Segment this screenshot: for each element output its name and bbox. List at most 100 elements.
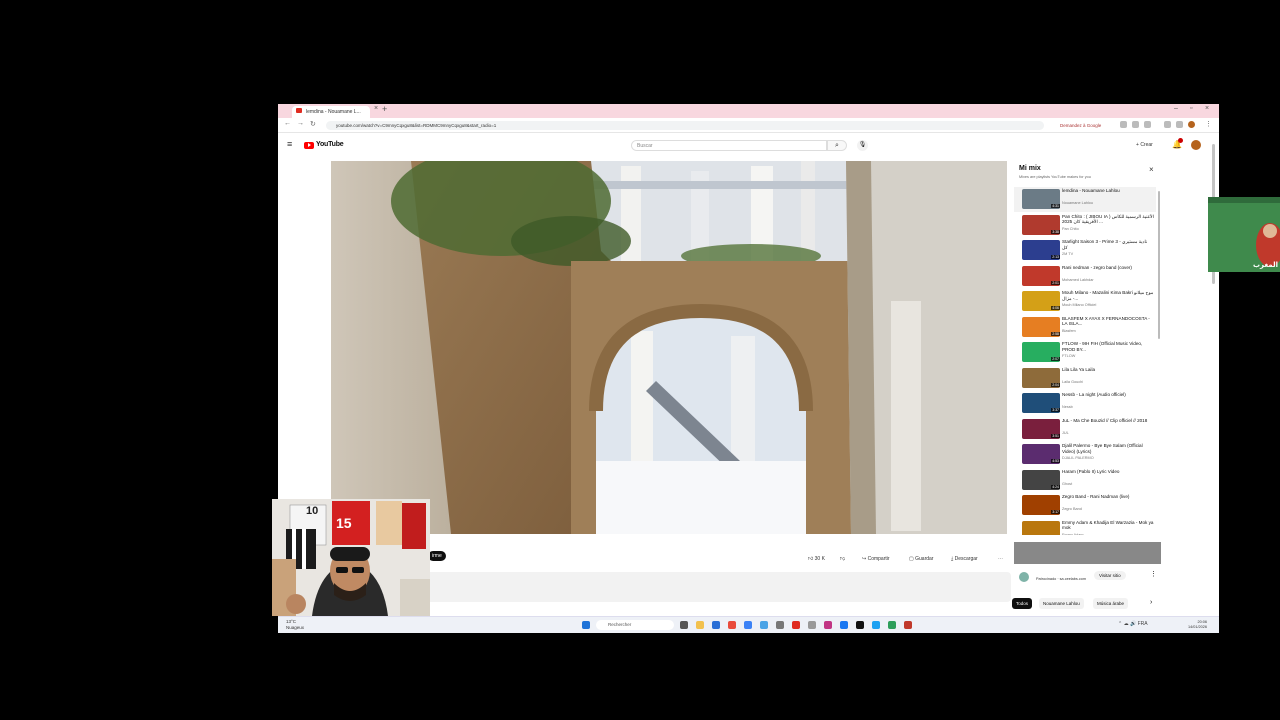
chip-artist[interactable]: Nouamane Lahlou <box>1039 598 1084 609</box>
video-title[interactable]: lemdina - Nouamane Lahlou <box>1062 188 1154 194</box>
taskbar-search[interactable]: Rechercher <box>596 620 674 630</box>
search-input[interactable]: Buscar <box>631 140 827 151</box>
dislike-button[interactable]: 👎︎ <box>840 554 845 564</box>
chip-arabic-music[interactable]: Música árabe <box>1093 598 1129 609</box>
video-title[interactable]: Nessb - La night (Audio officiel) <box>1062 392 1154 398</box>
playlist-item[interactable]: 3:17 Zegro Band - Rani Nadman (live) Zegro… <box>1014 493 1156 518</box>
playlist-item[interactable]: 2:13 Starlight Saison 3 - Prime 3 - نادية… <box>1014 238 1156 263</box>
video-player[interactable] <box>331 161 1007 534</box>
ask-google-button[interactable]: Demandez à Google <box>1060 121 1101 130</box>
app-icon[interactable] <box>872 621 880 629</box>
save-button[interactable]: ▢ Guardar <box>909 554 933 564</box>
edge-icon[interactable] <box>744 621 752 629</box>
youtube-app-icon[interactable] <box>792 621 800 629</box>
close-tab-icon[interactable]: × <box>374 105 378 112</box>
instagram-icon[interactable] <box>824 621 832 629</box>
extension-icon[interactable] <box>1120 121 1127 128</box>
video-title[interactable]: Mouh Milano - Mazalini Kima Bakri موح مي… <box>1062 290 1154 301</box>
minimize-icon[interactable]: – <box>1174 105 1178 112</box>
video-thumbnail[interactable]: 4:06 <box>1022 291 1060 311</box>
playlist-item[interactable]: 4:53 Djalil Palermo - Bye Bye Salam (Offi… <box>1014 442 1156 467</box>
start-icon[interactable] <box>582 621 590 629</box>
playlist-item[interactable]: 3:51 JuL - Ma Che Bouzid // Clip officiel… <box>1014 417 1156 442</box>
playlist-item[interactable]: 4:35Emmy Adam & Khadija El Warzazia - Mo… <box>1014 519 1156 535</box>
playlist-item[interactable]: 2:04 Lila Lila Ya Laila Laila Gouchi <box>1014 366 1156 391</box>
task-view-icon[interactable] <box>680 621 688 629</box>
close-playlist-icon[interactable]: × <box>1149 165 1154 174</box>
search-icon[interactable]: ⌕ <box>827 140 847 151</box>
playlist-item[interactable]: 4:24 Haram (Pablo II) Lyric Video Ghost <box>1014 468 1156 493</box>
extension-icon[interactable] <box>1164 121 1171 128</box>
create-button[interactable]: + Crear <box>1136 141 1153 149</box>
video-title[interactable]: Djalil Palermo - Bye Bye Salam (Official… <box>1062 443 1154 454</box>
url-field[interactable]: youtube.com/watch?v=C9mnyCqxgu8&list=RDM… <box>326 121 1044 130</box>
video-title[interactable]: Zegro Band - Rani Nadman (live) <box>1062 494 1154 500</box>
browser-tab[interactable]: lemdina - Nouamane L... <box>292 106 370 118</box>
video-thumbnail[interactable]: 3:17 <box>1022 495 1060 515</box>
playlist-item[interactable]: 2:01 Rani nedman - zegro band (cover) Moha… <box>1014 264 1156 289</box>
forward-icon[interactable]: → <box>297 120 304 127</box>
video-thumbnail[interactable]: 4:53 <box>1022 444 1060 464</box>
video-title[interactable]: Pan Chito : ( JIBOU IA ) الأغنية الرسمية… <box>1062 214 1154 225</box>
app-icon[interactable] <box>712 621 720 629</box>
clock[interactable]: 20:06 14/01/2026 <box>1188 620 1207 630</box>
visit-site-button[interactable]: Visitar sitio <box>1094 571 1126 580</box>
video-title[interactable]: Emmy Adam & Khadija El Warzazia - Mok ya… <box>1062 520 1154 531</box>
weather-widget[interactable]: 13°C Nuageux <box>286 619 304 630</box>
playlist-item[interactable]: 3:37 Nessb - La night (Audio officiel) Nes… <box>1014 391 1156 416</box>
chip-all[interactable]: Todos <box>1012 598 1033 609</box>
subscribe-button[interactable]: irme <box>428 551 446 561</box>
video-title[interactable]: JuL - Ma Che Bouzid // Clip officiel // … <box>1062 418 1154 424</box>
playlist-item[interactable]: 4:31 lemdina - Nouamane Lahlou Nouamane La… <box>1014 187 1156 212</box>
video-thumbnail[interactable]: 4:24 <box>1022 469 1060 490</box>
back-icon[interactable]: ← <box>284 120 291 127</box>
app-icon[interactable] <box>904 621 912 629</box>
ad-banner[interactable] <box>1014 542 1161 564</box>
new-tab-icon[interactable]: + <box>382 104 387 114</box>
file-explorer-icon[interactable] <box>696 621 704 629</box>
video-thumbnail[interactable]: 2:07 <box>1022 342 1060 362</box>
microphone-icon[interactable]: 🎙 <box>857 140 868 151</box>
video-title[interactable]: Lila Lila Ya Laila <box>1062 367 1154 373</box>
browser-menu-icon[interactable]: ⋮ <box>1205 120 1212 128</box>
chevron-right-icon[interactable]: › <box>1150 599 1152 606</box>
system-tray[interactable]: ⌃ ☁ 🔊 FRA <box>1118 621 1148 627</box>
video-thumbnail[interactable]: 3:51 <box>1022 418 1060 439</box>
profile-icon[interactable] <box>1188 121 1195 128</box>
video-title[interactable]: Starlight Saison 3 - Prime 3 - نادية مست… <box>1062 239 1154 250</box>
tiktok-icon[interactable] <box>856 621 864 629</box>
reload-icon[interactable]: ↻ <box>310 120 316 128</box>
youtube-wordmark[interactable]: YouTube <box>316 141 344 148</box>
video-title[interactable]: Rani nedman - zegro band (cover) <box>1062 265 1154 271</box>
ad-menu-icon[interactable]: ⋮ <box>1150 570 1157 578</box>
chrome-icon[interactable] <box>728 621 736 629</box>
bookmark-icon[interactable] <box>1144 121 1151 128</box>
maximize-icon[interactable]: ▫ <box>1190 105 1192 112</box>
playlist-item[interactable]: 4:06 Mouh Milano - Mazalini Kima Bakri مو… <box>1014 289 1156 314</box>
video-thumbnail[interactable]: 4:35 <box>1022 520 1060 535</box>
like-button[interactable]: 👍︎ 30 K <box>808 554 825 564</box>
share-button[interactable]: ↪ Compartir <box>862 554 890 564</box>
app-icon[interactable] <box>808 621 816 629</box>
video-thumbnail[interactable]: 2:58 <box>1022 316 1060 337</box>
extension-icon[interactable] <box>1176 121 1183 128</box>
playlist-item[interactable]: 2:58 BLASFEM X AYAX X FERNANDOCOSTA - LA … <box>1014 315 1156 340</box>
video-thumbnail[interactable]: 3:37 <box>1022 393 1060 413</box>
video-thumbnail[interactable]: 4:31 <box>1022 189 1060 209</box>
video-thumbnail[interactable]: 2:01 <box>1022 265 1060 286</box>
app-icon[interactable] <box>888 621 896 629</box>
playlist-item[interactable]: 2:07 FTLOW - 9IH FIH (Official Music Vide… <box>1014 340 1156 365</box>
more-actions-icon[interactable]: ⋯ <box>998 554 1003 564</box>
extension-icon[interactable] <box>1132 121 1139 128</box>
video-thumbnail[interactable]: 3:38 <box>1022 214 1060 235</box>
download-button[interactable]: ⤓ Descargar <box>951 554 978 564</box>
video-thumbnail[interactable]: 2:13 <box>1022 240 1060 260</box>
video-thumbnail[interactable]: 2:04 <box>1022 367 1060 388</box>
playlist-scrollbar[interactable] <box>1158 191 1160 339</box>
menu-icon[interactable]: ≡ <box>287 139 292 149</box>
app-icon[interactable] <box>776 621 784 629</box>
video-title[interactable]: Haram (Pablo II) Lyric Video <box>1062 469 1154 475</box>
facebook-icon[interactable] <box>840 621 848 629</box>
playlist-item[interactable]: 3:38 Pan Chito : ( JIBOU IA ) الأغنية الر… <box>1014 213 1156 238</box>
app-icon[interactable] <box>760 621 768 629</box>
